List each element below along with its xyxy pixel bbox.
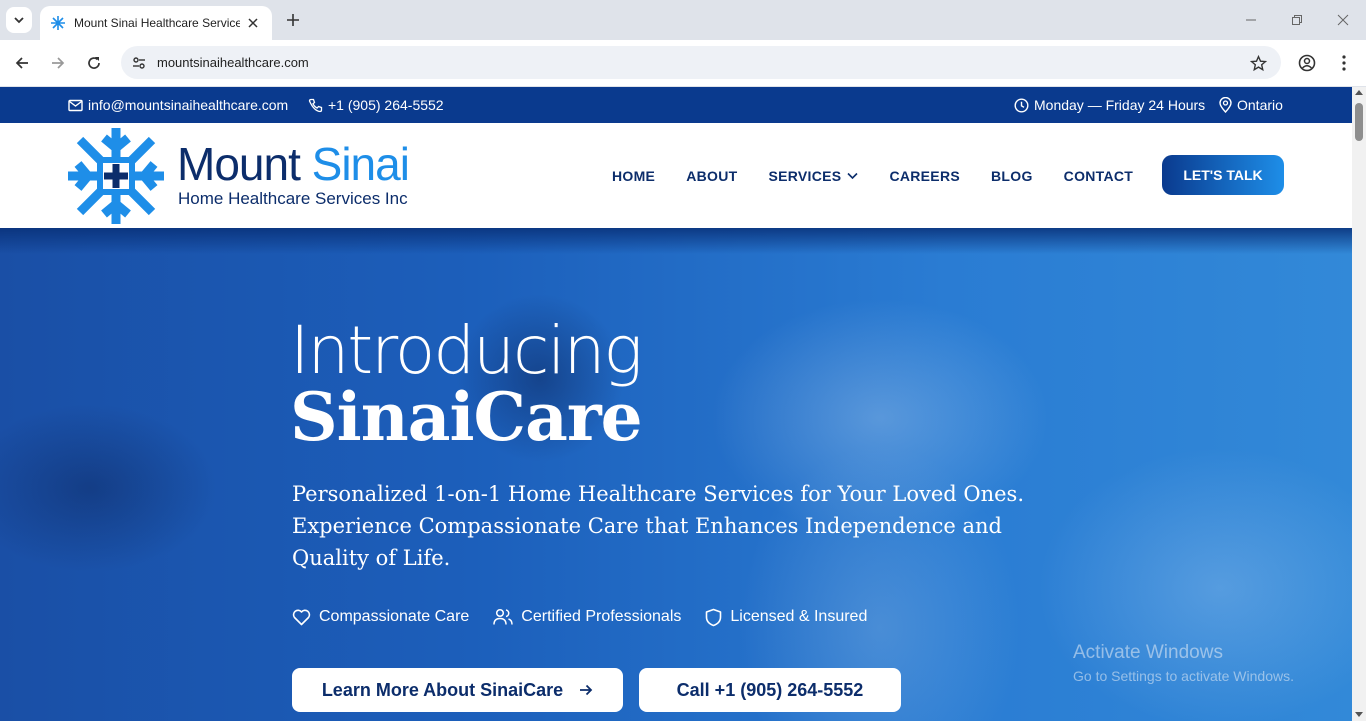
page-scrollbar[interactable]: [1352, 87, 1366, 721]
feature-certified-professionals: Certified Professionals: [493, 608, 681, 626]
browser-toolbar: mountsinaihealthcare.com: [0, 40, 1366, 86]
chevron-down-icon: [847, 172, 859, 179]
close-window-button[interactable]: [1331, 8, 1355, 32]
call-button[interactable]: Call +1 (905) 264-5552: [639, 668, 901, 712]
contact-info-bar: info@mountsinaihealthcare.com +1 (905) 2…: [0, 87, 1352, 123]
nav-careers[interactable]: CAREERS: [889, 168, 960, 184]
browser-tab-strip: Mount Sinai Healthcare Services: [0, 0, 1366, 40]
hours-text: Monday — Friday 24 Hours: [1034, 97, 1206, 113]
browser-tab[interactable]: Mount Sinai Healthcare Services: [40, 6, 272, 40]
nav-blog[interactable]: BLOG: [991, 168, 1033, 184]
url-text: mountsinaihealthcare.com: [157, 55, 309, 70]
email-link[interactable]: info@mountsinaihealthcare.com: [68, 87, 288, 123]
mail-icon: [68, 99, 83, 111]
windows-activation-watermark: Activate Windows Go to Settings to activ…: [1073, 642, 1294, 684]
hero-top-band: [0, 228, 1352, 254]
plus-icon: [287, 14, 299, 26]
hours-info: Monday — Friday 24 Hours: [1014, 87, 1205, 123]
bookmark-star-icon[interactable]: [1247, 52, 1269, 74]
close-icon: [1337, 14, 1349, 26]
nav-about[interactable]: ABOUT: [686, 168, 737, 184]
nav-services-label: SERVICES: [768, 167, 842, 184]
more-vert-icon: [1342, 55, 1346, 71]
feature-label: Certified Professionals: [521, 608, 682, 625]
snowflake-logo-icon[interactable]: [66, 126, 166, 226]
logo-word-sinai: Sinai: [311, 138, 410, 190]
main-navigation: HOME ABOUT SERVICES CAREERS BLOG CONTACT: [612, 123, 1133, 228]
restore-icon: [1292, 15, 1302, 25]
clock-icon: [1014, 97, 1029, 113]
phone-icon: [308, 98, 323, 112]
address-bar[interactable]: mountsinaihealthcare.com: [121, 46, 1281, 79]
scroll-up-arrow-icon[interactable]: [1355, 90, 1363, 95]
nav-contact[interactable]: CONTACT: [1064, 168, 1134, 184]
site-header: Mount Sinai Home Healthcare Services Inc…: [0, 123, 1352, 228]
profile-icon: [1298, 54, 1316, 72]
site-favicon-icon: [51, 16, 65, 30]
back-button[interactable]: [9, 50, 35, 76]
nav-services[interactable]: SERVICES: [768, 167, 859, 184]
arrow-right-icon: [52, 57, 65, 69]
browser-menu-button[interactable]: [1331, 50, 1357, 76]
scroll-thumb[interactable]: [1355, 103, 1363, 141]
heart-icon: [292, 609, 311, 625]
logo-word-mount: Mount: [177, 138, 301, 190]
phone-link[interactable]: +1 (905) 264-5552: [308, 87, 444, 123]
profile-button[interactable]: [1294, 50, 1320, 76]
location-pin-icon: [1219, 97, 1232, 113]
feature-label: Licensed & Insured: [730, 608, 868, 625]
hero-section: Introducing SinaiCare Personalized 1-on-…: [0, 228, 1352, 721]
reload-icon: [88, 57, 100, 69]
tab-close-icon[interactable]: [248, 18, 258, 28]
call-label: Call +1 (905) 264-5552: [676, 679, 864, 700]
feature-compassionate-care: Compassionate Care: [292, 608, 469, 626]
arrow-right-icon: [580, 684, 593, 696]
watermark-title: Activate Windows: [1073, 642, 1223, 663]
shield-icon: [706, 608, 722, 626]
location-text: Ontario: [1237, 97, 1283, 113]
site-settings-icon[interactable]: [129, 53, 149, 73]
scroll-down-arrow-icon[interactable]: [1355, 712, 1363, 717]
hero-features: Compassionate Care Certified Professiona…: [292, 604, 891, 630]
phone-text: +1 (905) 264-5552: [328, 97, 444, 113]
arrow-left-icon: [15, 57, 28, 69]
reload-button[interactable]: [81, 50, 107, 76]
email-text: info@mountsinaihealthcare.com: [88, 97, 289, 113]
hero-title-brand: SinaiCare: [290, 378, 643, 456]
nav-home[interactable]: HOME: [612, 168, 655, 184]
tab-search-button[interactable]: [6, 7, 32, 33]
users-icon: [493, 608, 514, 625]
logo-subtitle: Home Healthcare Services Inc: [178, 189, 408, 208]
hero-description: Personalized 1-on-1 Home Healthcare Serv…: [292, 482, 1024, 570]
page-viewport: info@mountsinaihealthcare.com +1 (905) 2…: [0, 87, 1352, 721]
minimize-button[interactable]: [1239, 8, 1263, 32]
chevron-down-icon: [14, 17, 24, 24]
restore-button[interactable]: [1285, 8, 1309, 32]
lets-talk-button[interactable]: LET'S TALK: [1162, 155, 1284, 195]
forward-button[interactable]: [45, 50, 71, 76]
watermark-subtitle: Go to Settings to activate Windows.: [1073, 668, 1294, 684]
tab-title: Mount Sinai Healthcare Services: [74, 16, 240, 30]
new-tab-button[interactable]: [282, 9, 304, 31]
minimize-icon: [1246, 19, 1256, 21]
learn-more-label: Learn More About SinaiCare: [321, 679, 564, 700]
learn-more-button[interactable]: Learn More About SinaiCare: [292, 668, 623, 712]
logo-wordmark[interactable]: Mount Sinai: [177, 137, 410, 191]
feature-licensed-insured: Licensed & Insured: [705, 608, 867, 627]
feature-label: Compassionate Care: [319, 608, 470, 625]
location-info: Ontario: [1219, 87, 1283, 123]
